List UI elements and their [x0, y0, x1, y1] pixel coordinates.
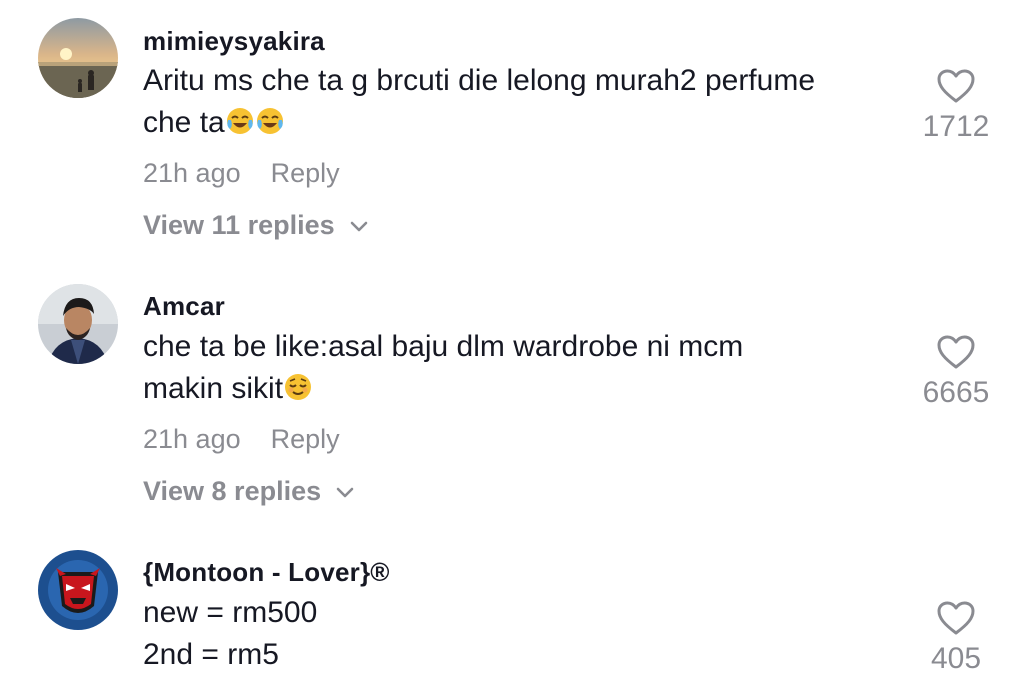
comment-text: che ta be like:asal baju dlm wardrobe ni… — [143, 326, 903, 410]
comment-text-line: che ta be like:asal baju dlm wardrobe ni… — [143, 330, 744, 363]
comment-text-line: Aritu ms che ta g brcuti die lelong mura… — [143, 64, 815, 97]
like-button[interactable]: 405 — [906, 600, 1006, 676]
avatar[interactable] — [38, 18, 118, 98]
view-replies-button[interactable]: View 8 replies — [143, 476, 355, 507]
comment-text-line: makin sikit — [143, 368, 903, 410]
face-with-tears-of-joy-icon — [255, 106, 285, 136]
comment-text: new = rm500 2nd = rm5 — [143, 592, 903, 676]
like-count: 1712 — [922, 110, 990, 143]
heart-icon — [937, 601, 975, 635]
comment-text-line: new = rm500 — [143, 596, 318, 629]
face-with-tears-of-joy-icon — [225, 106, 255, 136]
comment-text-line: 2nd = rm5 — [143, 638, 279, 671]
username[interactable]: mimieysyakira — [143, 26, 325, 57]
comment-text-segment: makin sikit — [143, 372, 284, 405]
timestamp: 21h ago — [143, 424, 241, 454]
comment-meta: 21h ago Reply — [143, 424, 340, 455]
like-button[interactable]: 1712 — [906, 68, 1006, 144]
view-replies-label: View 8 replies — [143, 476, 322, 506]
man-portrait-avatar-icon — [38, 284, 118, 364]
comment-meta: 21h ago Reply — [143, 158, 340, 189]
avatar[interactable] — [38, 550, 118, 630]
comment-text-segment: che ta — [143, 106, 225, 139]
heart-icon — [937, 69, 975, 103]
like-button[interactable]: 6665 — [906, 334, 1006, 410]
sunset-beach-avatar-icon — [38, 18, 118, 98]
username[interactable]: {Montoon - Lover}® — [143, 557, 390, 588]
timestamp: 21h ago — [143, 158, 241, 188]
red-mask-emblem-avatar-icon — [38, 550, 118, 630]
reply-button[interactable]: Reply — [271, 158, 340, 188]
like-count: 6665 — [922, 376, 990, 409]
chevron-down-icon — [350, 221, 367, 231]
view-replies-label: View 11 replies — [143, 210, 335, 240]
comment-text-line: che ta — [143, 102, 903, 144]
username[interactable]: Amcar — [143, 291, 225, 322]
relieved-face-icon — [283, 372, 313, 402]
avatar[interactable] — [38, 284, 118, 364]
like-count: 405 — [930, 642, 982, 675]
comment-text: Aritu ms che ta g brcuti die lelong mura… — [143, 60, 903, 144]
view-replies-button[interactable]: View 11 replies — [143, 210, 369, 241]
heart-icon — [937, 335, 975, 369]
chevron-down-icon — [336, 487, 354, 497]
reply-button[interactable]: Reply — [271, 424, 340, 454]
